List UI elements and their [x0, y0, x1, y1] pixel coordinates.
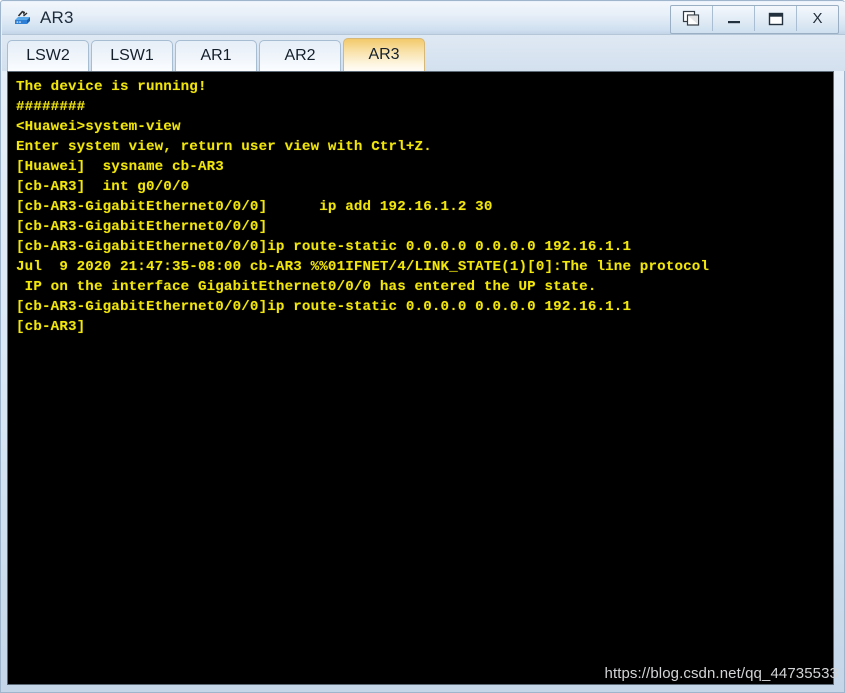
terminal-line: [cb-AR3-GigabitEthernet0/0/0]: [16, 219, 268, 235]
tab-label: LSW2: [26, 47, 70, 64]
router-icon: [15, 10, 30, 24]
maximize-icon: [768, 12, 783, 25]
tab-lsw1[interactable]: LSW1: [91, 40, 173, 71]
terminal-line: [cb-AR3] int g0/0/0: [16, 179, 190, 195]
title-bar: AR3 X: [2, 2, 845, 35]
restore-button[interactable]: [671, 6, 713, 31]
terminal-panel[interactable]: The device is running! ######## <Huawei>…: [7, 71, 834, 685]
terminal-line: <Huawei>system-view: [16, 119, 181, 135]
window-controls: X: [670, 5, 839, 34]
tab-ar3[interactable]: AR3: [343, 38, 425, 71]
tab-lsw2[interactable]: LSW2: [7, 40, 89, 71]
minimize-button[interactable]: [713, 6, 755, 31]
terminal-line: [cb-AR3-GigabitEthernet0/0/0]ip route-st…: [16, 239, 632, 255]
emulator-window: AR3 X LSW2 LSW1 AR1 AR2 AR3 The device i…: [0, 0, 845, 693]
device-tab-bar: LSW2 LSW1 AR1 AR2 AR3: [2, 35, 845, 71]
tab-ar1[interactable]: AR1: [175, 40, 257, 71]
terminal-line: IP on the interface GigabitEthernet0/0/0…: [16, 279, 597, 295]
terminal-line: [Huawei] sysname cb-AR3: [16, 159, 224, 175]
restore-icon: [682, 10, 700, 26]
minimize-icon: [727, 20, 740, 23]
watermark: https://blog.csdn.net/qq_44735533: [604, 665, 838, 682]
terminal-line: Jul 9 2020 21:47:35-08:00 cb-AR3 %%01IFN…: [16, 259, 710, 275]
maximize-button[interactable]: [755, 6, 797, 31]
tab-label: LSW1: [110, 47, 154, 64]
terminal-line: Enter system view, return user view with…: [16, 139, 432, 155]
terminal-line: The device is running!: [16, 79, 207, 95]
close-button[interactable]: X: [797, 6, 838, 31]
terminal-output[interactable]: The device is running! ######## <Huawei>…: [8, 72, 833, 684]
tab-ar2[interactable]: AR2: [259, 40, 341, 71]
terminal-line: ########: [16, 99, 86, 115]
tab-label: AR2: [284, 47, 316, 64]
close-label: X: [812, 10, 823, 27]
terminal-line: [cb-AR3]: [16, 319, 86, 335]
tab-label: AR3: [368, 46, 400, 63]
terminal-line: [cb-AR3-GigabitEthernet0/0/0]ip route-st…: [16, 299, 632, 315]
window-title: AR3: [40, 8, 74, 27]
tab-label: AR1: [200, 47, 232, 64]
terminal-line: [cb-AR3-GigabitEthernet0/0/0] ip add 192…: [16, 199, 493, 215]
